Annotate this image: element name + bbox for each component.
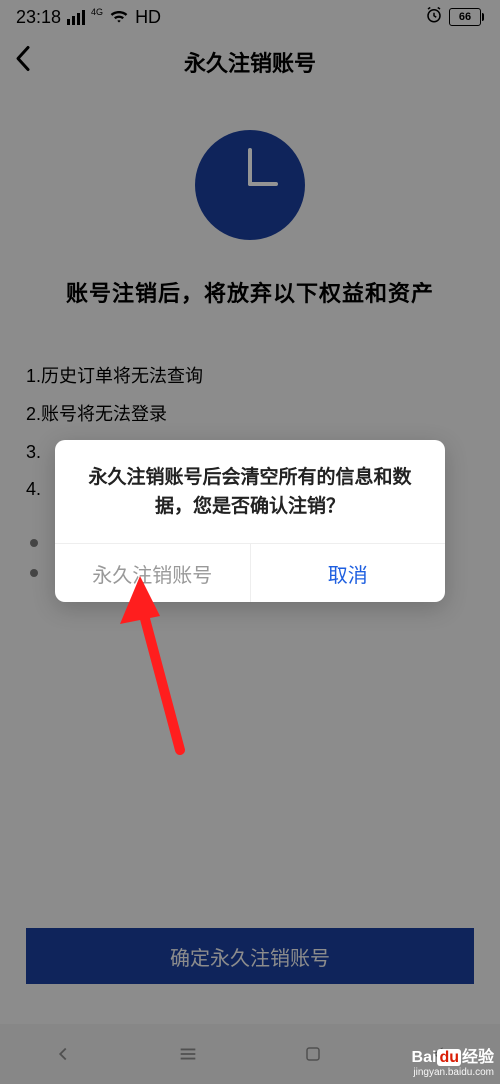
device-frame: 23:18 4G HD 66 永久注销账号 账号注销后，将放弃以 bbox=[0, 0, 500, 1084]
watermark-bai: Bai bbox=[412, 1049, 437, 1066]
watermark-suffix: 经验 bbox=[462, 1049, 494, 1066]
watermark-du: du bbox=[437, 1049, 461, 1066]
watermark: Baidu经验 jingyan.baidu.com bbox=[412, 1043, 494, 1078]
dialog-buttons: 永久注销账号 取消 bbox=[55, 543, 445, 602]
dialog-confirm-button[interactable]: 永久注销账号 bbox=[55, 544, 251, 602]
watermark-url: jingyan.baidu.com bbox=[412, 1067, 494, 1078]
dialog-cancel-button[interactable]: 取消 bbox=[251, 544, 446, 602]
watermark-logo: Baidu经验 bbox=[412, 1043, 494, 1067]
dialog-message: 永久注销账号后会清空所有的信息和数据，您是否确认注销？ bbox=[55, 440, 445, 543]
confirm-dialog: 永久注销账号后会清空所有的信息和数据，您是否确认注销？ 永久注销账号 取消 bbox=[55, 440, 445, 602]
